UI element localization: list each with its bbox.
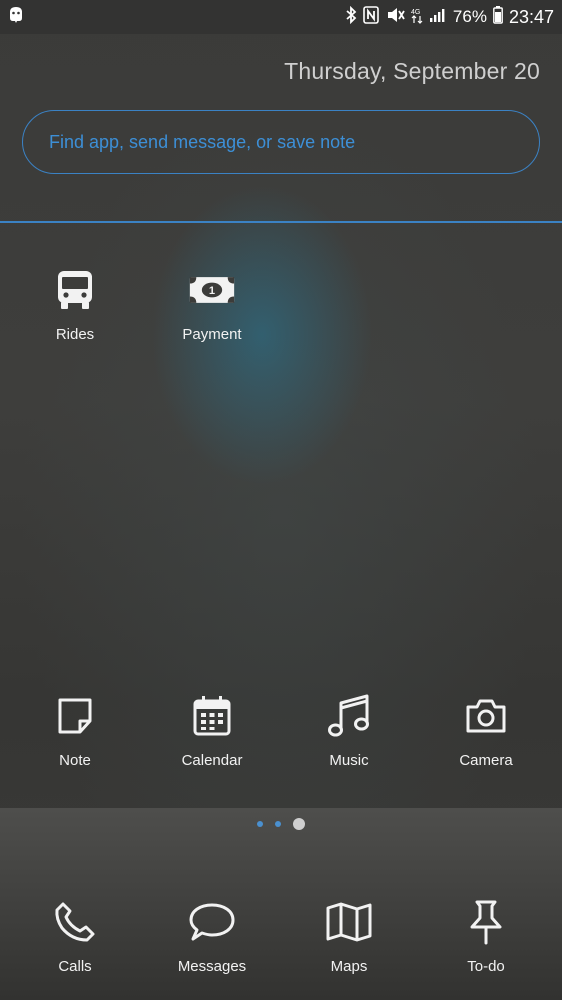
status-bar: 4G 76% 23:47 (0, 0, 562, 34)
date-label: Thursday, September 20 (284, 58, 540, 84)
app-label: Payment (182, 326, 242, 343)
app-payment[interactable]: 1 Payment (152, 266, 272, 343)
vibrate-icon (385, 6, 405, 29)
bus-icon (51, 266, 99, 314)
phone-icon (51, 898, 99, 946)
payment-icon: 1 (188, 266, 236, 314)
search-placeholder: Find app, send message, or save note (49, 131, 356, 152)
bluetooth-icon (345, 5, 357, 29)
dock-todo[interactable]: To-do (426, 898, 546, 975)
music-icon (325, 692, 373, 740)
battery-percent: 76% (452, 7, 487, 26)
app-label: Calls (58, 958, 92, 975)
message-icon (188, 898, 236, 946)
battery-icon (493, 5, 503, 29)
page-indicator[interactable] (0, 818, 562, 830)
app-calendar[interactable]: Calendar (152, 692, 272, 769)
app-rides[interactable]: Rides (15, 266, 135, 343)
page-dot-active[interactable] (293, 818, 305, 830)
map-icon (325, 898, 373, 946)
svg-text:1: 1 (209, 285, 215, 297)
app-note[interactable]: Note (15, 692, 135, 769)
camera-icon (462, 692, 510, 740)
app-label: Calendar (181, 752, 243, 769)
svg-text:4G: 4G (411, 9, 420, 16)
app-camera[interactable]: Camera (426, 692, 546, 769)
pin-icon (462, 898, 510, 946)
app-music[interactable]: Music (289, 692, 409, 769)
app-label: Messages (177, 958, 247, 975)
notification-icon (8, 6, 24, 29)
signal-icon (429, 7, 447, 28)
app-label: Camera (459, 752, 513, 769)
app-label: Rides (55, 326, 95, 343)
calendar-icon (188, 692, 236, 740)
dock-maps[interactable]: Maps (289, 898, 409, 975)
nfc-icon (363, 5, 379, 29)
note-icon (51, 692, 99, 740)
app-label: Music (329, 752, 369, 769)
dock-calls[interactable]: Calls (15, 898, 135, 975)
app-label: Maps (330, 958, 368, 975)
app-label: To-do (467, 958, 505, 975)
dock-messages[interactable]: Messages (152, 898, 272, 975)
page-dot[interactable] (275, 821, 281, 827)
lte-icon: 4G (411, 6, 423, 29)
app-label: Note (59, 752, 91, 769)
divider (0, 221, 562, 223)
clock: 23:47 (508, 6, 554, 27)
search-bar[interactable]: Find app, send message, or save note (22, 110, 540, 174)
page-dot[interactable] (257, 821, 263, 827)
